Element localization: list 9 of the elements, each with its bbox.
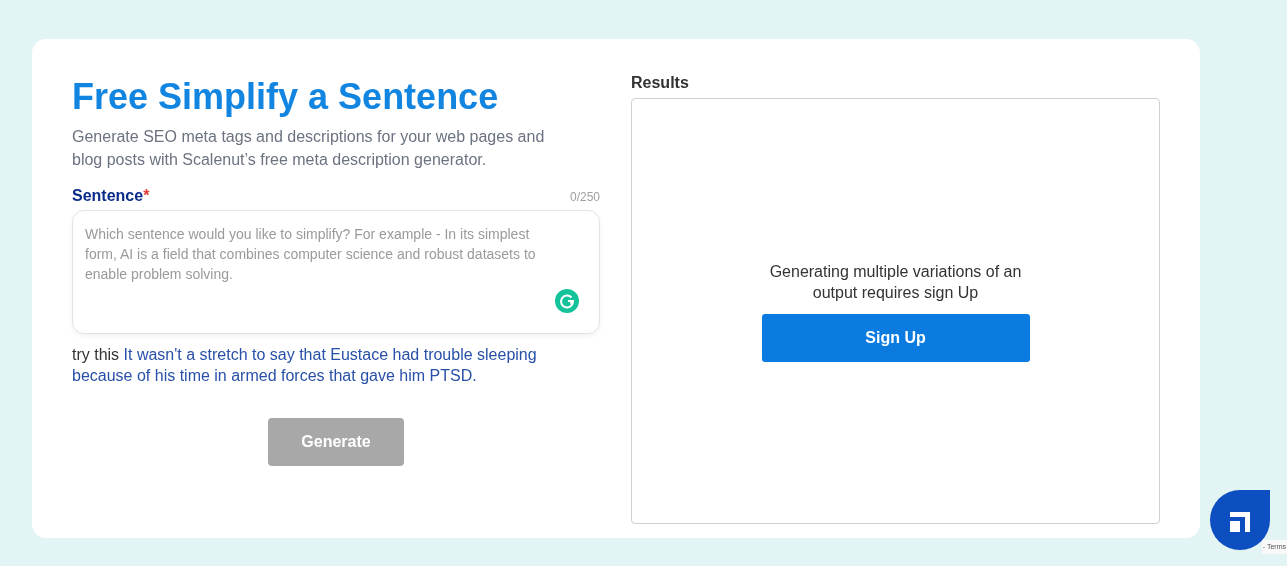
sign-up-message: Generating multiple variations of an output requires sign Up <box>768 261 1023 303</box>
sign-up-button[interactable]: Sign Up <box>761 313 1030 362</box>
results-label: Results <box>631 74 690 92</box>
description: Generate SEO meta tags and descriptions for your web pages and blog posts with Scalenut’s free meta description generator. <box>72 127 546 170</box>
page-title: Free Simplify a Sentence <box>72 75 500 119</box>
sentence-field[interactable]: Which sentence would you like to simplify? For example - In its simplest form, AI is a field that combines computer science and robust datasets to enable problem solving. <box>72 210 600 334</box>
example-prompt: try this It wasn't a stretch to say that Eustace had trouble sleeping because of his time in armed forces that gave him PTSD. <box>72 345 538 386</box>
character-counter: 0/250 <box>569 190 600 204</box>
field-label: Sentence* <box>72 187 150 205</box>
